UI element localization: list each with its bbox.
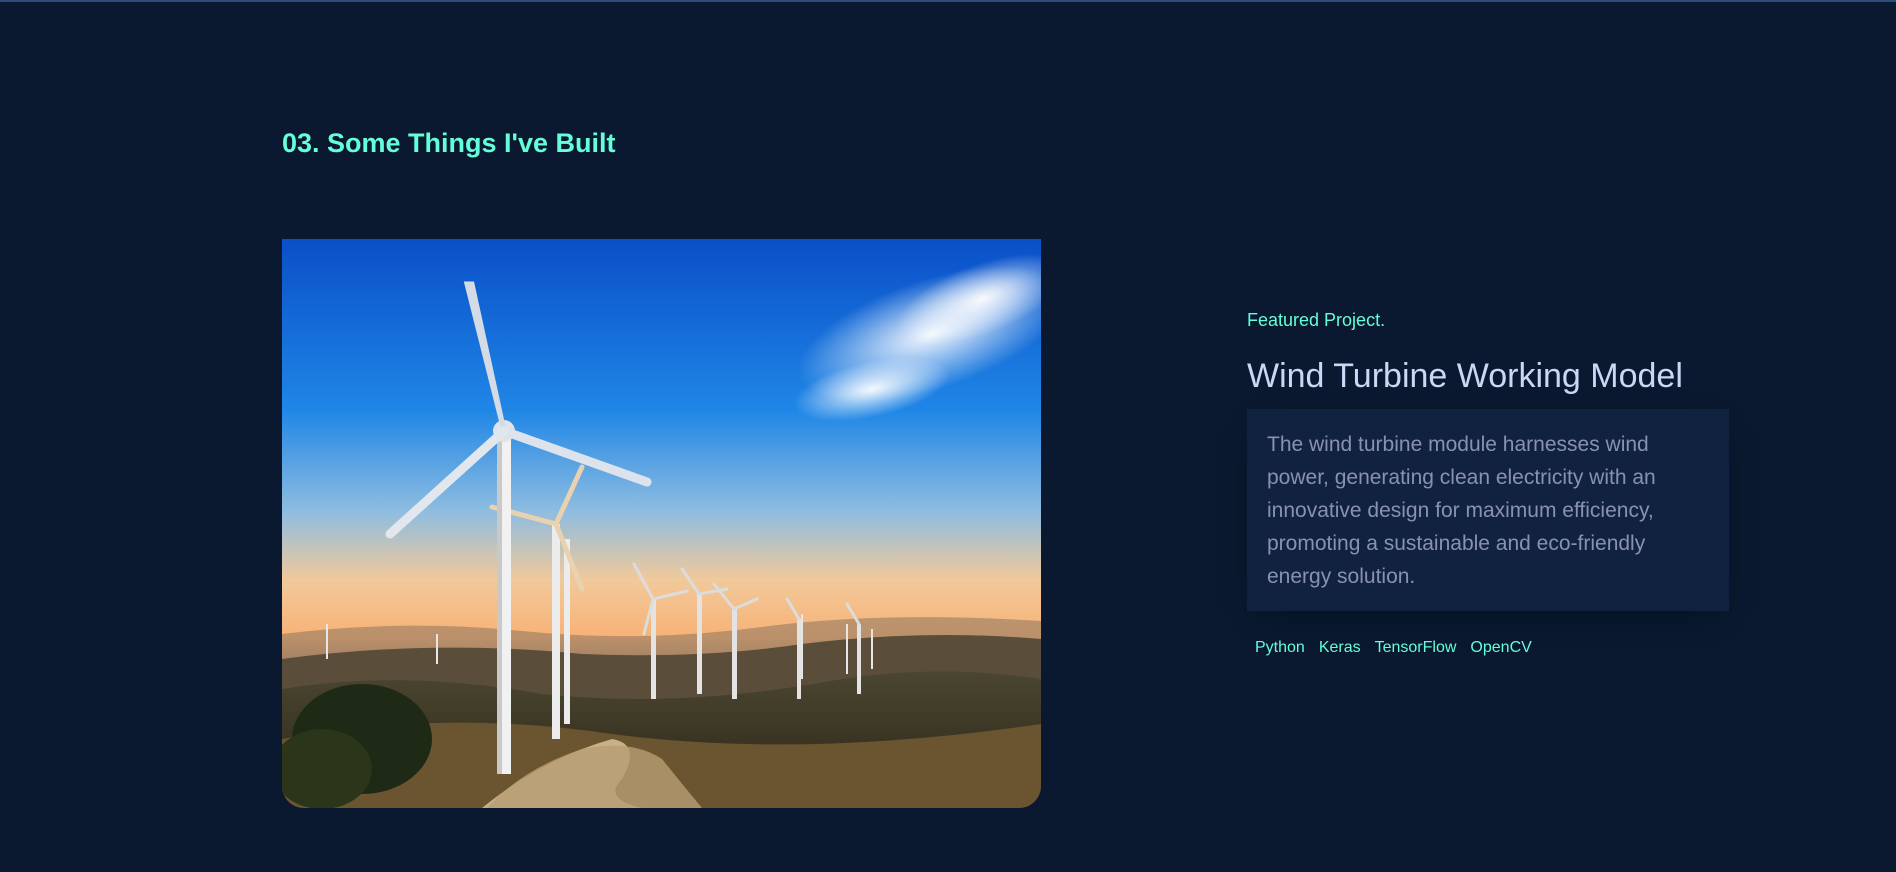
top-divider xyxy=(0,0,1896,2)
project-overline: Featured Project. xyxy=(1247,310,1386,330)
tech-item: Keras xyxy=(1318,639,1361,656)
project-title[interactable]: Wind Turbine Working Model xyxy=(1247,354,1683,398)
tech-item: OpenCV xyxy=(1470,639,1532,656)
section-title: 03. Some Things I've Built xyxy=(282,128,616,158)
tech-item: Python xyxy=(1255,639,1305,656)
project-image[interactable] xyxy=(282,239,1041,808)
wind-turbine-image xyxy=(282,239,1041,808)
tech-list: Python Keras TensorFlow OpenCV xyxy=(1247,636,1532,660)
tech-item: TensorFlow xyxy=(1374,639,1457,656)
project-description: The wind turbine module harnesses wind p… xyxy=(1247,409,1729,611)
